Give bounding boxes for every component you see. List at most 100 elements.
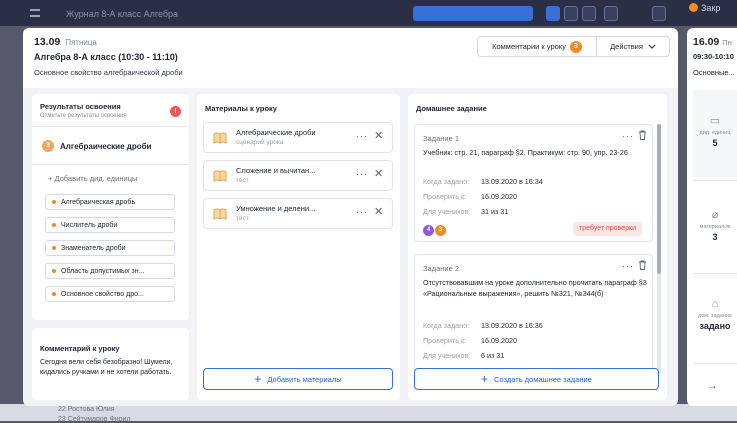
material-type: тест <box>236 215 249 222</box>
next-lesson-panel[interactable]: 16.09 Пн 09:30-10:10 Основные... ▭ дид. … <box>687 28 737 406</box>
book-icon <box>213 170 227 182</box>
stat-label: материалов <box>699 224 731 230</box>
house-icon: ⌂ <box>711 298 719 310</box>
unit-label: Основное свойство дро... <box>61 290 144 298</box>
material-item[interactable]: Умножение и делени... тест ··· ✕ <box>203 198 393 229</box>
scrollbar-thumb[interactable] <box>657 124 661 274</box>
divider <box>693 363 737 364</box>
lesson-weekday: Пятница <box>65 38 97 47</box>
homework-text: Отсутствовавшим на уроке дополнительно п… <box>423 278 647 298</box>
unit-chip[interactable]: Знаменатель дроби <box>45 240 175 256</box>
homework-text: Учебник: стр. 21, параграф §2. Практикум… <box>423 148 628 157</box>
comment-panel: Комментарий к уроку Сегодня вели себя бе… <box>32 328 189 400</box>
homework-panel: Домашнее задание Задание 1 ··· Учебник: … <box>408 94 667 400</box>
material-item[interactable]: Сложение и вычитан... тест ··· ✕ <box>203 160 393 191</box>
unit-chip[interactable]: Основное свойство дро... <box>45 286 175 302</box>
comments-count-badge: 3 <box>569 40 582 53</box>
background-badge <box>689 3 698 12</box>
background-view-toggle[interactable] <box>604 6 618 21</box>
close-icon[interactable]: ✕ <box>374 167 383 180</box>
trash-icon[interactable] <box>638 130 647 140</box>
background-view-toggle[interactable] <box>546 6 560 21</box>
menu-icon[interactable] <box>30 9 40 17</box>
unit-chip[interactable]: Область допустимых зн... <box>45 263 175 279</box>
more-icon[interactable]: ··· <box>622 131 634 141</box>
paperclip-icon: ⌀ <box>711 209 719 221</box>
unit-chip[interactable]: Числитель дроби <box>45 217 175 233</box>
more-icon[interactable]: ··· <box>356 169 368 179</box>
close-icon[interactable]: ✕ <box>374 129 383 142</box>
stat-label: дид. единиц <box>699 130 731 136</box>
homework-given: Когда задано: 13.09.2020 в 16:34 <box>423 177 543 186</box>
material-name: Сложение и вычитан... <box>236 166 316 175</box>
homework-stat: ⌂ дом. задание задано <box>693 298 737 331</box>
stat-label: дом. задание <box>697 313 733 319</box>
create-homework-button[interactable]: + Создать домашнее задание <box>414 368 659 390</box>
more-icon[interactable]: ··· <box>356 131 368 141</box>
background-view-toggle[interactable] <box>582 6 596 21</box>
next-lesson-date: 16.09 Пн <box>693 36 732 48</box>
book-icon: ▭ <box>709 115 721 127</box>
chevron-down-icon <box>648 44 656 49</box>
comments-button[interactable]: Комментарии к уроку 3 <box>478 37 597 56</box>
materials-panel: Материалы к уроку Алгебраические дроби с… <box>197 94 400 400</box>
unit-chip[interactable]: Алгебраическая дробь <box>45 194 175 210</box>
homework-header: Задание 1 <box>423 134 460 143</box>
alert-badge: ! <box>170 106 181 117</box>
topic-item[interactable]: 3 Алгебраические дроби <box>42 140 151 152</box>
status-badge: требует проверки <box>573 222 642 236</box>
homework-header: Задание 2 <box>423 264 460 273</box>
bullet-icon <box>52 246 56 250</box>
divider <box>693 180 737 181</box>
homework-students: Для учеников: 6 из 31 <box>423 351 505 360</box>
stat-value: 3 <box>712 232 718 242</box>
trash-icon[interactable] <box>638 260 647 270</box>
scrollbar[interactable] <box>657 124 661 374</box>
homework-title: Домашнее задание <box>416 104 487 113</box>
results-panel: Результаты освоения Отметьте результаты … <box>32 94 189 320</box>
more-icon[interactable]: ··· <box>622 261 634 271</box>
plus-icon: + <box>254 372 262 386</box>
avatar-group[interactable]: 4 3 <box>423 225 446 236</box>
more-icon[interactable]: ··· <box>356 207 368 217</box>
divider <box>32 126 189 127</box>
header-actions: Комментарии к уроку 3 Действия <box>477 36 670 57</box>
material-item[interactable]: Алгебраические дроби сценарий урока ··· … <box>203 122 393 153</box>
homework-card[interactable]: Задание 1 ··· Учебник: стр. 21, параграф… <box>414 124 653 242</box>
divider <box>32 164 189 165</box>
next-lesson-time: 09:30-10:10 <box>693 52 734 61</box>
homework-students: Для учеников: 31 из 31 <box>423 207 509 216</box>
materials-stat: ⌀ материалов 3 <box>693 208 737 242</box>
add-unit-button[interactable]: + Добавить дид. единицы <box>48 174 137 183</box>
comment-title: Комментарий к уроку <box>40 344 120 353</box>
material-type: тест <box>236 177 249 184</box>
divider <box>693 273 737 274</box>
lesson-header: 13.09 Пятница Алгебра 8-А класс (10:30 -… <box>23 28 678 88</box>
homework-check: Проверить к: 16.09.2020 <box>423 336 517 345</box>
plus-icon: + <box>481 372 489 386</box>
close-icon[interactable]: ✕ <box>374 205 383 218</box>
next-lesson-subject: Основные... <box>693 68 735 77</box>
bullet-icon <box>52 200 56 204</box>
stat-value: задано <box>699 321 731 331</box>
homework-card[interactable]: Задание 2 ··· Отсутствовавшим на уроке д… <box>414 254 653 374</box>
lesson-title: Алгебра 8-А класс (10:30 - 11:10) <box>34 52 178 62</box>
add-materials-button[interactable]: + Добавить материалы <box>203 368 393 390</box>
comments-label: Комментарии к уроку <box>492 42 566 51</box>
background-row: 22 Ростова Юлия <box>58 406 115 413</box>
actions-button[interactable]: Действия <box>597 37 669 56</box>
actions-label: Действия <box>610 42 643 51</box>
background-close[interactable]: Закр <box>701 3 720 13</box>
topic-name: Алгебраические дроби <box>60 141 152 151</box>
results-title: Результаты освоения <box>40 102 121 111</box>
arrow-right-icon[interactable]: → <box>706 378 718 392</box>
background-view-toggle[interactable] <box>652 6 666 21</box>
background-primary-button[interactable] <box>413 6 533 21</box>
create-homework-label: Создать домашнее задание <box>494 374 592 384</box>
homework-given: Когда задано: 13.09.2020 в 16:36 <box>423 321 543 330</box>
homework-check: Проверить к: 16.09.2020 <box>423 192 517 201</box>
book-icon <box>213 208 227 220</box>
lesson-date: 13.09 Пятница <box>34 36 97 48</box>
book-icon <box>213 132 227 144</box>
background-view-toggle[interactable] <box>564 6 578 21</box>
